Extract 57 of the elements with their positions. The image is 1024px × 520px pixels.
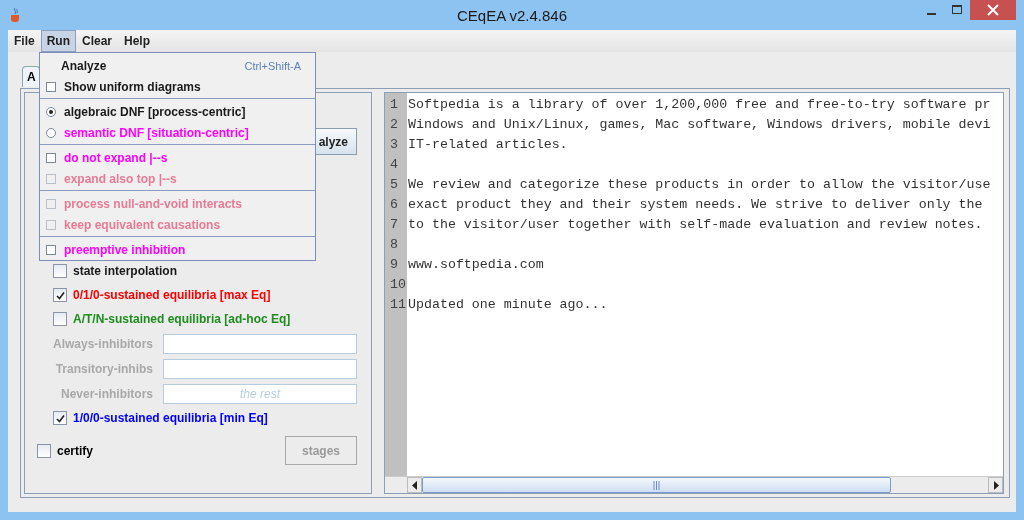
scroll-right-button[interactable] (988, 477, 1003, 493)
line-number: 2 (389, 116, 399, 134)
minimize-icon (926, 13, 936, 15)
menu-radio[interactable] (46, 127, 56, 138)
checkbox[interactable] (37, 443, 51, 458)
close-icon (987, 4, 999, 16)
line-number: 3 (389, 136, 399, 154)
line-number: 10 (389, 276, 407, 294)
text-line: Windows and Unix/Linux, games, Mac software, Windows drivers, mobile devi (408, 116, 991, 134)
maximize-icon (952, 5, 962, 15)
text-line: IT-related articles. (408, 136, 569, 154)
field-label: Transitory-inhibs (54, 361, 153, 376)
window-title: CEqEA v2.4.846 (456, 6, 568, 24)
checkbox[interactable] (53, 264, 67, 278)
line-number: 6 (389, 196, 399, 214)
menu-item[interactable]: Show uniform diagrams (64, 79, 201, 94)
menu-radio[interactable] (46, 106, 56, 117)
line-number: 8 (389, 236, 399, 254)
right-arrow-icon (992, 480, 999, 490)
menu-checkbox[interactable] (46, 81, 56, 92)
menu[interactable]: File (8, 30, 41, 52)
line-number: 11 (389, 296, 407, 314)
menu-item[interactable]: algebraic DNF [process-centric] (64, 104, 246, 119)
line-number: 4 (389, 156, 399, 174)
field-label: Never-inhibitors (60, 386, 153, 401)
checkbox[interactable] (53, 288, 67, 302)
menu[interactable]: Clear (76, 30, 119, 52)
checkbox[interactable] (53, 312, 67, 326)
menu-item[interactable]: Analyze (61, 58, 107, 73)
option-label: 1/0/0-sustained equilibria [min Eq] (73, 411, 268, 425)
scroll-left-button[interactable] (407, 477, 422, 493)
text-line: Softpedia is a library of over 1,200,000 free and free-to-try software pr (408, 96, 991, 114)
option-label: certify (57, 443, 94, 458)
line-number: 9 (389, 256, 399, 274)
menu-checkbox[interactable] (46, 244, 56, 255)
text-line: We review and categorize these products in order to allow the visitor/use (408, 176, 991, 194)
field-label: Always-inhibitors (53, 336, 153, 351)
option-label: state interpolation (73, 264, 177, 278)
menu[interactable]: Help (118, 30, 157, 52)
tab[interactable]: A (22, 66, 40, 87)
scrollbar-corner (385, 477, 407, 493)
shortcut-text: Ctrl+Shift-A (244, 59, 301, 72)
scrollbar-thumb[interactable] (422, 477, 891, 493)
line-number: 1 (389, 96, 399, 114)
line-number: 5 (389, 176, 399, 194)
option-label: 0/1/0-sustained equilibria [max Eq] (73, 288, 271, 302)
menu-checkbox[interactable] (46, 152, 56, 163)
text-line: Updated one minute ago... (408, 296, 609, 314)
checkbox[interactable] (53, 411, 67, 425)
left-arrow-icon (411, 480, 418, 490)
menu[interactable]: Run (40, 30, 76, 52)
text-line: www.softpedia.com (408, 256, 545, 274)
text-line: exact product they and their system needs. We strive to deliver only the (408, 196, 984, 214)
close-button[interactable] (970, 0, 1016, 20)
text-line: to the visitor/user together with self-made evaluation and review notes. (408, 216, 984, 234)
line-number: 7 (389, 216, 399, 234)
option-label: A/T/N-sustained equilibria [ad-hoc Eq] (73, 312, 291, 326)
